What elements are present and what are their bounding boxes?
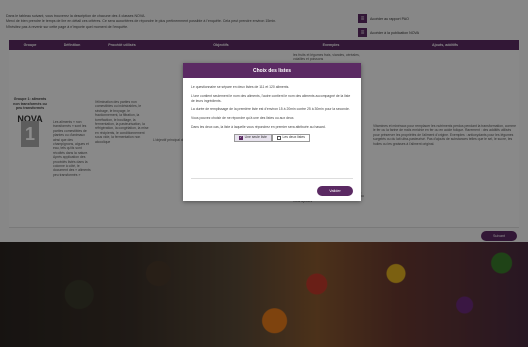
modal-paragraph: Vous pouvez choisir de ne répondre qu'à … xyxy=(191,116,295,121)
option-one-list-label: Une seule liste xyxy=(244,135,267,140)
validate-button[interactable]: Valider xyxy=(317,186,353,196)
option-two-lists-label: Les deux listes xyxy=(282,135,305,140)
option-two-lists[interactable]: Les deux listes xyxy=(271,133,310,142)
modal-divider xyxy=(191,178,353,179)
modal-paragraph: Dans les deux cas, la liste à laquelle v… xyxy=(191,124,326,129)
checked-checkbox-icon[interactable]: ✓ xyxy=(239,136,243,140)
modal-body: Le questionnaire se sépare en deux liste… xyxy=(183,78,361,142)
list-choice-group: ✓ Une seule liste Les deux listes xyxy=(191,133,353,142)
modal-paragraph: Le questionnaire se sépare en deux liste… xyxy=(191,85,290,89)
option-one-list[interactable]: ✓ Une seule liste xyxy=(234,133,272,142)
modal-paragraph: La durée de remplissage de la première l… xyxy=(191,107,350,112)
list-choice-modal: Choix des listes Le questionnaire se sép… xyxy=(183,63,361,201)
modal-paragraph: L'une contient seulement le nom des alim… xyxy=(191,93,351,103)
checkbox-icon[interactable] xyxy=(276,135,281,140)
modal-title: Choix des listes xyxy=(183,63,361,78)
